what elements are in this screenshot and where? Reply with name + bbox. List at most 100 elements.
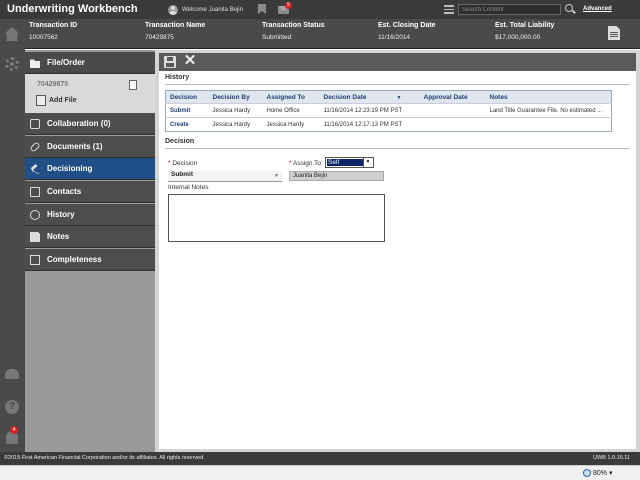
folder-icon <box>30 59 40 68</box>
closing-date-column: Est. Closing Date 11/16/2014 <box>378 22 436 41</box>
sort-desc-icon[interactable]: ▼ <box>397 95 402 101</box>
row-assigned-to: Jessica Hardy <box>262 117 320 132</box>
search-input[interactable] <box>458 4 561 15</box>
panel-toolbar: ✕ <box>159 53 636 71</box>
transaction-id-value: 10007562 <box>29 34 58 41</box>
closing-date-label: Est. Closing Date <box>378 22 436 29</box>
phone-icon[interactable] <box>5 369 19 379</box>
copyright-text: ©2015 First American Financial Corporati… <box>4 455 205 461</box>
help-icon[interactable]: ? <box>5 400 19 414</box>
transaction-name-column: Transaction Name 70429875 <box>145 22 205 41</box>
decisioning-panel: ✕ History Decision Decision By Assigned … <box>159 53 636 449</box>
file-number[interactable]: 70429875 <box>37 81 68 88</box>
history-section-title: History <box>165 74 190 81</box>
transaction-status-label: Transaction Status <box>262 22 325 29</box>
user-avatar-icon[interactable] <box>168 4 178 15</box>
assign-to-label: * Assign To: <box>289 160 323 167</box>
zoom-control[interactable]: 80% ▾ <box>583 469 612 478</box>
nav-notes[interactable]: Notes <box>25 226 155 248</box>
transaction-id-column: Transaction ID 10007562 <box>29 22 77 41</box>
assign-to-selected: Self <box>327 159 364 166</box>
row-approval-date <box>419 117 486 132</box>
nav-contacts-label: Contacts <box>47 187 82 196</box>
search-icon[interactable] <box>565 4 573 12</box>
transaction-name-value: 70429875 <box>145 34 174 41</box>
col-approval-date[interactable]: Approval Date <box>419 90 486 104</box>
nav-decisioning-label: Decisioning <box>47 164 93 173</box>
gear-icon[interactable] <box>5 57 19 71</box>
version-text: UWB 1.0.15.11 <box>593 455 630 461</box>
main-content: ✕ History Decision Decision By Assigned … <box>155 50 640 452</box>
dropdown-arrow-icon[interactable]: ▼ <box>363 158 372 167</box>
nav-history[interactable]: History <box>25 204 155 226</box>
total-liability-column: Est. Total Liability $17,000,000.00 <box>495 22 554 41</box>
home-icon[interactable] <box>5 27 19 41</box>
col-decision-date[interactable]: Decision Date ▼ <box>319 90 420 104</box>
nav-contacts[interactable]: Contacts <box>25 181 155 203</box>
welcome-area[interactable]: Welcome Juanita Bejin <box>168 2 243 17</box>
app-title: Underwriting Workbench <box>7 3 138 15</box>
decision-select[interactable]: Submit ▼ <box>168 171 282 182</box>
contacts-icon <box>30 187 40 197</box>
history-table: Decision Decision By Assigned To Decisio… <box>165 90 612 132</box>
nav-notes-label: Notes <box>47 232 70 241</box>
transaction-id-label: Transaction ID <box>29 22 78 29</box>
chevron-down-icon: ▼ <box>274 173 279 179</box>
closing-date-value: 11/16/2014 <box>378 34 411 41</box>
transaction-header: Transaction ID 10007562 Transaction Name… <box>25 19 640 49</box>
assign-to-select[interactable]: Self ▼ <box>325 157 374 168</box>
notes-icon <box>30 232 40 242</box>
add-file-button[interactable]: Add File <box>49 97 77 104</box>
total-liability-label: Est. Total Liability <box>495 22 555 29</box>
decision-section-title: Decision <box>165 138 195 145</box>
bookmark-icon[interactable] <box>258 4 266 14</box>
welcome-text: Welcome Juanita Bejin <box>182 6 243 13</box>
document-icon[interactable] <box>608 26 620 40</box>
transaction-status-value: Submitted <box>262 34 292 41</box>
col-decision-by[interactable]: Decision By <box>208 90 263 104</box>
row-notes <box>485 117 612 132</box>
nav-completeness-label: Completeness <box>47 255 102 264</box>
decision-divider <box>165 148 630 149</box>
internal-notes-textarea[interactable] <box>168 194 385 242</box>
advanced-search-link[interactable]: Advanced <box>583 6 612 12</box>
col-assigned-to[interactable]: Assigned To <box>262 90 320 104</box>
mail-count-badge: 5 <box>285 2 292 9</box>
decision-label-text: Decision <box>172 160 198 167</box>
nav-documents[interactable]: Documents (1) <box>25 136 155 158</box>
row-decision[interactable]: Submit <box>165 103 209 118</box>
pdf-icon[interactable] <box>129 80 137 90</box>
nav-collaboration-label: Collaboration (0) <box>47 119 111 128</box>
history-divider <box>165 84 630 85</box>
row-decision[interactable]: Create <box>165 117 209 132</box>
paperclip-icon <box>29 141 41 153</box>
nav-file-order[interactable]: File/Order <box>25 52 155 74</box>
checklist-icon <box>30 255 40 265</box>
col-decision-date-label: Decision Date <box>323 93 367 101</box>
save-icon[interactable] <box>164 56 176 68</box>
row-decision-date: 11/16/2014 12:23:19 PM PST <box>319 103 420 118</box>
table-row[interactable]: Create Jessica Hardy Jessica Hardy 11/16… <box>165 117 612 132</box>
close-icon[interactable]: ✕ <box>183 53 197 68</box>
total-liability-value: $17,000,000.00 <box>495 34 541 41</box>
add-file-icon[interactable] <box>36 95 46 106</box>
browser-status-bar: 80% ▾ <box>0 465 640 480</box>
row-assigned-to: Home Office <box>262 103 320 118</box>
top-bar: Underwriting Workbench Welcome Juanita B… <box>0 0 640 19</box>
nav-decisioning[interactable]: Decisioning <box>25 158 155 180</box>
zoom-level: 80% <box>593 470 608 477</box>
table-row[interactable]: Submit Jessica Hardy Home Office 11/16/2… <box>165 103 612 118</box>
col-notes[interactable]: Notes <box>485 90 612 104</box>
row-decision-by: Jessica Hardy <box>208 117 263 132</box>
list-menu-icon[interactable] <box>444 5 454 14</box>
nav-collaboration[interactable]: Collaboration (0) <box>25 113 155 135</box>
nav-completeness[interactable]: Completeness <box>25 249 155 271</box>
col-decision[interactable]: Decision <box>165 90 209 104</box>
transaction-status-column: Transaction Status Submitted <box>262 22 325 41</box>
row-decision-by: Jessica Hardy <box>208 103 263 118</box>
assign-to-label-text: Assign To: <box>292 160 323 167</box>
nav-history-label: History <box>47 210 75 219</box>
nav-documents-label: Documents (1) <box>47 142 103 151</box>
left-rail: ? 4 <box>0 19 25 452</box>
decision-select-value: Submit <box>171 171 194 178</box>
